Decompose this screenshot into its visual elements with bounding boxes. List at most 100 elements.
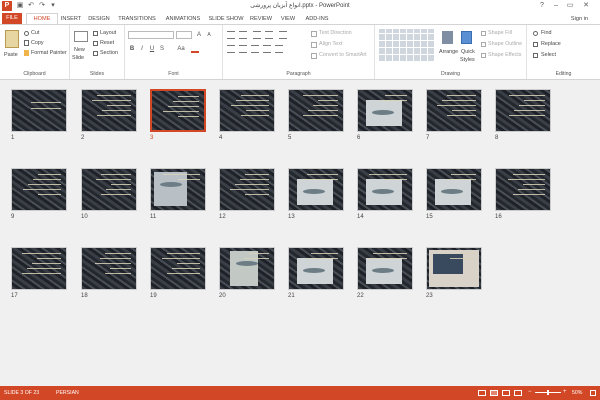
slide-thumbnail[interactable]	[495, 168, 551, 211]
section-button[interactable]: Section	[100, 50, 118, 56]
slide-thumbnail[interactable]	[219, 247, 275, 290]
slide-thumbnail[interactable]	[11, 89, 67, 132]
slide-thumbnail[interactable]	[357, 247, 413, 290]
italic-button[interactable]: I	[138, 45, 146, 53]
new-slide-label[interactable]: New	[74, 47, 85, 53]
text-direction-icon[interactable]	[311, 31, 317, 37]
tab-addins[interactable]: ADD-INS	[302, 14, 332, 24]
slide-sorter-view-icon[interactable]	[490, 390, 498, 396]
tab-review[interactable]: REVIEW	[248, 14, 274, 24]
copy-icon[interactable]	[24, 40, 29, 46]
quick-styles-icon[interactable]	[461, 31, 472, 44]
format-painter-button[interactable]: Format Painter	[31, 50, 67, 56]
reading-view-icon[interactable]	[502, 390, 510, 396]
convert-smartart-button[interactable]: Convert to SmartArt	[319, 52, 367, 58]
slide-thumbnail[interactable]	[219, 89, 275, 132]
slide-thumbnail[interactable]	[288, 89, 344, 132]
language-indicator[interactable]: PERSIAN	[56, 390, 79, 396]
align-center-icon[interactable]	[239, 45, 247, 53]
shape-outline-button[interactable]: Shape Outline	[488, 41, 522, 47]
find-button[interactable]: Find	[541, 30, 552, 36]
tab-view[interactable]: VIEW	[278, 14, 298, 24]
new-slide-icon[interactable]	[74, 31, 88, 42]
fit-to-window-icon[interactable]	[590, 390, 596, 396]
decrease-indent-icon[interactable]	[253, 31, 261, 39]
text-direction-button[interactable]: Text Direction	[319, 30, 352, 36]
shape-effects-button[interactable]: Shape Effects	[488, 52, 521, 58]
reset-button[interactable]: Reset	[100, 40, 114, 46]
tab-transitions[interactable]: TRANSITIONS	[116, 14, 158, 24]
align-right-icon[interactable]	[251, 45, 259, 53]
zoom-slider-thumb[interactable]	[547, 390, 549, 395]
shrink-font-button[interactable]: A	[205, 31, 213, 39]
quick-styles-label-2[interactable]: Styles	[460, 57, 475, 63]
tab-slideshow[interactable]: SLIDE SHOW	[208, 14, 244, 24]
bold-button[interactable]: B	[128, 45, 136, 53]
paste-button[interactable]: Paste	[4, 52, 18, 58]
slide-thumbnail[interactable]	[150, 247, 206, 290]
slide-thumbnail[interactable]	[426, 168, 482, 211]
cut-button[interactable]: Cut	[31, 30, 39, 36]
line-spacing-icon[interactable]	[279, 31, 287, 39]
slide-thumbnail[interactable]	[288, 168, 344, 211]
shapes-gallery[interactable]	[379, 29, 435, 61]
zoom-in-icon[interactable]: +	[563, 389, 567, 395]
shape-fill-button[interactable]: Shape Fill	[488, 30, 512, 36]
cut-icon[interactable]	[24, 31, 29, 36]
arrange-icon[interactable]	[442, 31, 453, 44]
paste-icon[interactable]	[5, 30, 19, 48]
customize-qat-icon[interactable]: ▾	[49, 2, 57, 10]
undo-icon[interactable]: ↶	[27, 2, 35, 10]
underline-button[interactable]: U	[148, 45, 156, 53]
tab-insert[interactable]: INSERT	[58, 14, 84, 24]
slide-thumbnail[interactable]	[495, 89, 551, 132]
slide-thumbnail[interactable]	[81, 247, 137, 290]
shape-outline-icon[interactable]	[481, 42, 486, 47]
increase-indent-icon[interactable]	[265, 31, 273, 39]
restore-button[interactable]: ▭	[564, 1, 576, 11]
align-text-icon[interactable]	[311, 42, 317, 48]
copy-button[interactable]: Copy	[31, 40, 44, 46]
slideshow-view-icon[interactable]	[514, 390, 522, 396]
grow-font-button[interactable]: A	[195, 31, 203, 39]
section-icon[interactable]	[93, 51, 98, 56]
font-name-combo[interactable]	[128, 31, 174, 39]
sign-in-link[interactable]: Sign in	[571, 16, 588, 22]
redo-icon[interactable]: ↷	[38, 2, 46, 10]
layout-icon[interactable]	[93, 31, 98, 36]
slide-thumbnail[interactable]	[11, 168, 67, 211]
close-button[interactable]: ✕	[580, 1, 592, 11]
zoom-out-icon[interactable]: −	[528, 389, 532, 395]
columns-icon[interactable]	[275, 45, 283, 53]
shape-effects-icon[interactable]	[481, 53, 486, 58]
slide-thumbnail[interactable]	[288, 247, 344, 290]
slide-thumbnail[interactable]	[11, 247, 67, 290]
numbering-icon[interactable]	[239, 31, 247, 39]
slide-thumbnail[interactable]	[150, 168, 206, 211]
layout-button[interactable]: Layout	[100, 30, 116, 36]
slide-thumbnail[interactable]	[357, 89, 413, 132]
tab-animations[interactable]: ANIMATIONS	[162, 14, 204, 24]
replace-button[interactable]: Replace	[541, 41, 561, 47]
quick-styles-label[interactable]: Quick	[461, 49, 475, 55]
save-icon[interactable]: ▣	[16, 2, 24, 10]
tab-file[interactable]: FILE	[2, 13, 22, 24]
justify-icon[interactable]	[263, 45, 271, 53]
help-button[interactable]: ?	[536, 1, 548, 11]
select-icon[interactable]	[533, 53, 538, 58]
bullets-icon[interactable]	[227, 31, 235, 39]
find-icon[interactable]	[533, 31, 538, 36]
slide-thumbnail[interactable]	[357, 168, 413, 211]
slide-thumbnail[interactable]	[426, 89, 482, 132]
smartart-icon[interactable]	[311, 53, 317, 59]
select-button[interactable]: Select	[541, 52, 556, 58]
slide-thumbnail[interactable]	[219, 168, 275, 211]
normal-view-icon[interactable]	[478, 390, 486, 396]
font-size-combo[interactable]	[176, 31, 192, 39]
shadow-button[interactable]: S	[158, 45, 166, 53]
align-left-icon[interactable]	[227, 45, 235, 53]
slide-thumbnail[interactable]	[81, 89, 137, 132]
tab-home[interactable]: HOME	[26, 13, 58, 24]
reset-icon[interactable]	[93, 41, 98, 46]
tab-design[interactable]: DESIGN	[86, 14, 112, 24]
